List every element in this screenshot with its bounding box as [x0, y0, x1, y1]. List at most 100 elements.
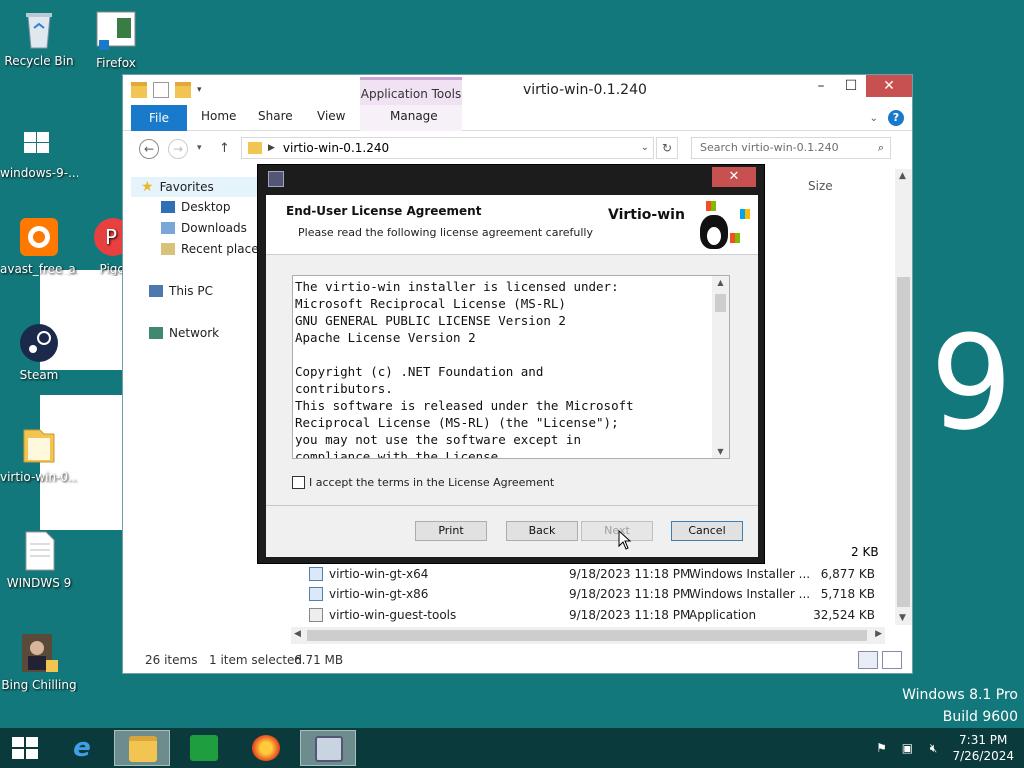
- chevron-down-icon[interactable]: ▾: [197, 82, 213, 98]
- network-icon[interactable]: ▣: [900, 741, 914, 755]
- nav-this-pc[interactable]: This PC: [149, 284, 213, 298]
- table-row[interactable]: virtio-win-guest-tools 9/18/2023 11:18 P…: [303, 605, 893, 625]
- scrollbar-thumb[interactable]: [307, 630, 867, 641]
- desktop-icon-firefox[interactable]: Firefox: [77, 10, 155, 70]
- horizontal-scrollbar[interactable]: ◀ ▶: [291, 627, 885, 644]
- scrollbar-thumb[interactable]: [715, 294, 726, 312]
- nav-recent-places[interactable]: Recent places: [161, 242, 265, 256]
- desktop-icon-pigc[interactable]: P Pigc: [74, 216, 124, 276]
- maximize-button[interactable]: ☐: [836, 75, 866, 97]
- desktop-icon-bing-chilling[interactable]: Bing Chilling: [0, 632, 78, 692]
- tab-file[interactable]: File: [131, 105, 187, 131]
- tab-view[interactable]: View: [317, 109, 345, 123]
- folder-icon[interactable]: [131, 82, 147, 98]
- dialog-titlebar[interactable]: ✕: [258, 165, 764, 193]
- window-controls: – ☐ ✕: [806, 75, 912, 97]
- desktop-icon-recycle-bin[interactable]: Recycle Bin: [0, 8, 78, 68]
- license-dialog[interactable]: ✕ End-User License Agreement Please read…: [257, 164, 765, 564]
- vertical-scrollbar[interactable]: ▲ ▼: [895, 169, 912, 625]
- license-scrollbar[interactable]: ▲ ▼: [712, 276, 729, 458]
- accept-label[interactable]: I accept the terms in the License Agreem…: [309, 476, 554, 489]
- desktop-icon-steam[interactable]: Steam: [0, 322, 78, 382]
- nav-downloads[interactable]: Downloads: [161, 221, 247, 235]
- refresh-icon[interactable]: ↻: [656, 137, 678, 159]
- action-center-flag-icon[interactable]: ⚑: [874, 741, 888, 755]
- file-name: virtio-win-gt-x64: [329, 567, 429, 581]
- chevron-down-icon[interactable]: ⌄: [641, 138, 649, 158]
- explorer-titlebar[interactable]: ▾ Application Tools virtio-win-0.1.240 –…: [123, 75, 912, 105]
- desktop-icon-label: avast_free_a...: [0, 262, 78, 276]
- nav-favorites[interactable]: ★ Favorites: [131, 177, 257, 197]
- scroll-up-icon[interactable]: ▲: [712, 278, 729, 287]
- tab-share[interactable]: Share: [258, 109, 293, 123]
- internet-explorer-icon: e: [73, 733, 91, 763]
- up-arrow-icon[interactable]: ↑: [219, 141, 230, 156]
- scroll-down-icon[interactable]: ▼: [899, 613, 906, 623]
- address-field[interactable]: ▶ virtio-win-0.1.240 ⌄: [241, 137, 654, 159]
- accept-checkbox[interactable]: [292, 476, 305, 489]
- desktop-icon-label: Pigc: [99, 262, 124, 276]
- scroll-right-icon[interactable]: ▶: [875, 629, 882, 639]
- desktop-icon-windws9[interactable]: WINDWS 9: [0, 530, 78, 590]
- status-bar: 26 items 1 item selected 6.71 MB: [123, 649, 912, 673]
- taskbar-firefox[interactable]: [238, 730, 294, 766]
- scrollbar-thumb[interactable]: [897, 277, 910, 607]
- cancel-button[interactable]: Cancel: [671, 521, 743, 541]
- recent-locations-icon[interactable]: ▾: [197, 143, 202, 153]
- navigation-pane: ★ Favorites Desktop Downloads Recent pla…: [131, 175, 265, 627]
- scroll-up-icon[interactable]: ▲: [899, 171, 906, 181]
- help-icon[interactable]: ?: [888, 110, 904, 126]
- expand-ribbon-icon[interactable]: ⌄: [870, 113, 878, 124]
- back-arrow-icon[interactable]: ←: [139, 139, 159, 159]
- app-icon: P: [92, 216, 124, 258]
- windows-logo-pane: [26, 749, 38, 759]
- back-button[interactable]: Back: [506, 521, 578, 541]
- breadcrumb-separator-icon[interactable]: ▶: [268, 138, 275, 158]
- taskbar-store[interactable]: [176, 730, 232, 766]
- view-buttons: [858, 651, 902, 669]
- properties-icon[interactable]: [153, 82, 169, 98]
- table-row[interactable]: virtio-win-gt-x86 9/18/2023 11:18 PM Win…: [303, 584, 893, 604]
- desktop-icon-label: Bing Chilling: [1, 678, 77, 692]
- column-header-size[interactable]: Size: [808, 179, 833, 193]
- table-row[interactable]: virtio-win-gt-x64 9/18/2023 11:18 PM Win…: [303, 564, 893, 584]
- minimize-button[interactable]: –: [806, 75, 836, 97]
- search-icon[interactable]: ⌕: [878, 138, 884, 158]
- print-button[interactable]: Print: [415, 521, 487, 541]
- accept-terms-row[interactable]: I accept the terms in the License Agreem…: [292, 476, 554, 489]
- taskbar-file-explorer[interactable]: [114, 730, 170, 766]
- search-input[interactable]: Search virtio-win-0.1.240 ⌕: [691, 137, 891, 159]
- volume-muted-icon[interactable]: 🔇︎: [926, 741, 940, 755]
- forward-arrow-icon[interactable]: →: [168, 139, 188, 159]
- file-type: Windows Installer ...: [689, 587, 811, 601]
- start-button[interactable]: [10, 737, 40, 761]
- desktop-icon-virtio-folder[interactable]: virtio-win-0....: [0, 424, 78, 484]
- tab-manage[interactable]: Manage: [390, 109, 438, 123]
- clock[interactable]: 7:31 PM 7/26/2024: [952, 732, 1014, 764]
- taskbar-internet-explorer[interactable]: e: [54, 730, 110, 766]
- file-size: 5,718 KB: [820, 587, 875, 601]
- large-icons-view-icon[interactable]: [882, 651, 902, 669]
- nav-label: Favorites: [159, 180, 214, 194]
- desktop-icon-avast[interactable]: avast_free_a...: [0, 216, 78, 276]
- file-type: Application: [689, 608, 757, 622]
- chevron-down-icon[interactable]: ▼: [712, 447, 729, 456]
- windows-logo-icon: [18, 120, 60, 162]
- nav-label: Desktop: [181, 200, 231, 214]
- scroll-left-icon[interactable]: ◀: [294, 629, 301, 639]
- dialog-close-button[interactable]: ✕: [712, 167, 756, 187]
- nav-network[interactable]: Network: [149, 326, 219, 340]
- desktop-icon-windows9[interactable]: windows-9-...: [0, 120, 78, 180]
- nav-desktop[interactable]: Desktop: [161, 200, 231, 214]
- close-button[interactable]: ✕: [866, 75, 912, 97]
- license-textarea[interactable]: The virtio-win installer is licensed und…: [292, 275, 730, 459]
- file-type: Windows Installer ...: [689, 567, 811, 581]
- tab-home[interactable]: Home: [201, 109, 236, 123]
- next-button[interactable]: Next: [581, 521, 653, 541]
- file-date: 9/18/2023 11:18 PM: [569, 608, 691, 622]
- breadcrumb-current[interactable]: virtio-win-0.1.240: [283, 138, 389, 158]
- details-view-icon[interactable]: [858, 651, 878, 669]
- taskbar-installer[interactable]: [300, 730, 356, 766]
- brand-name: Virtio-win: [608, 207, 685, 223]
- new-folder-icon[interactable]: [175, 82, 191, 98]
